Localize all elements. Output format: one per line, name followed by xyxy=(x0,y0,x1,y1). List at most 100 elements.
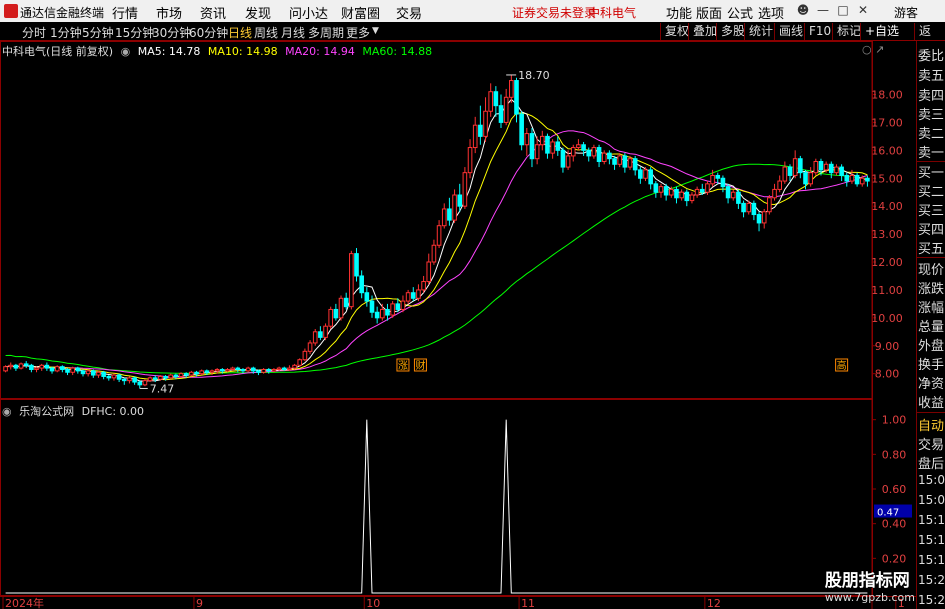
back-button[interactable]: 返回 xyxy=(914,23,945,55)
q-zhangdie: 涨跌 xyxy=(918,282,945,297)
candle-body xyxy=(844,174,850,182)
menu-faxian[interactable]: 发现 xyxy=(245,3,271,22)
f10-button[interactable]: F10 xyxy=(804,23,835,40)
candle-body xyxy=(142,380,148,386)
menu-xuanxiang[interactable]: 选项 xyxy=(758,3,784,22)
candle-body xyxy=(96,371,101,376)
candle-body xyxy=(127,377,132,382)
candle-body xyxy=(627,158,633,168)
user-icon[interactable]: ☻ xyxy=(795,2,811,18)
q-time4: 15:15 xyxy=(918,533,945,547)
candle-body xyxy=(436,225,442,246)
menu-shichang[interactable]: 市场 xyxy=(156,3,182,22)
indicator-tick-label: 0.20 xyxy=(882,552,907,565)
chart-settings-icons[interactable]: ○ ↗ xyxy=(862,43,884,56)
period-30min[interactable]: 30分钟 xyxy=(152,24,191,41)
huaxian-button[interactable]: 画线 xyxy=(774,23,807,40)
candle-body xyxy=(29,364,34,370)
candle-body xyxy=(570,147,576,157)
q-time6: 15:20 xyxy=(918,573,945,587)
app-title: 通达信金融终端 xyxy=(20,6,105,20)
q-buy1: 买一 xyxy=(918,166,945,181)
candle-body xyxy=(250,367,256,372)
chart-area[interactable]: 18.00 17.00 16.00 15.00 14.00 13.00 12.00 11.00… xyxy=(0,41,916,609)
maximize-icon[interactable]: □ xyxy=(835,2,851,18)
q-shouyi: 收益 xyxy=(918,396,945,411)
add-watchlist-button[interactable]: +自选 xyxy=(860,23,903,40)
menu-banmian[interactable]: 版面 xyxy=(696,3,722,22)
menu-jiaoyi[interactable]: 交易 xyxy=(396,3,422,22)
period-weekly[interactable]: 周线 xyxy=(254,24,278,41)
period-fenshi[interactable]: 分时 xyxy=(22,24,46,41)
candle-body xyxy=(271,368,277,372)
dfhc-line xyxy=(5,419,868,594)
candle-body xyxy=(441,208,447,227)
candle-body xyxy=(452,194,457,221)
candle-body xyxy=(220,368,225,372)
q-time5: 15:19 xyxy=(918,553,945,567)
menu-gongneng[interactable]: 功能 xyxy=(666,3,692,22)
period-5min[interactable]: 5分钟 xyxy=(82,24,114,41)
candle-body xyxy=(787,166,793,176)
q-jingzi: 净资 xyxy=(918,377,945,392)
price-tick-label: 11.00 xyxy=(871,284,903,297)
indicator-settings-icon[interactable]: ◉ xyxy=(2,405,12,418)
candle-body xyxy=(514,80,519,115)
candle-body xyxy=(607,152,612,160)
q-buy2: 买二 xyxy=(918,185,945,200)
candle-body xyxy=(596,147,602,162)
period-15min[interactable]: 15分钟 xyxy=(115,24,154,41)
candle-body xyxy=(405,292,411,302)
candle-body xyxy=(307,342,313,352)
price-tick-label: 9.00 xyxy=(875,340,900,353)
candle-body xyxy=(302,350,308,361)
candle-body xyxy=(834,166,839,174)
candle-body xyxy=(312,331,318,344)
more-chevron-icon[interactable]: ▼ xyxy=(372,26,379,36)
candle-body xyxy=(354,253,359,277)
menu-caifuquan[interactable]: 财富圈 xyxy=(341,3,380,22)
close-icon[interactable]: ✕ xyxy=(855,2,871,18)
minimize-icon[interactable]: — xyxy=(815,2,831,18)
candle-body xyxy=(328,308,334,327)
candle-body xyxy=(669,188,674,196)
q-sell5: 卖五 xyxy=(918,69,945,84)
tongji-button[interactable]: 统计 xyxy=(744,23,777,40)
menu-gongshi[interactable]: 公式 xyxy=(727,3,753,22)
q-sell1: 卖一 xyxy=(918,146,945,161)
guest-label[interactable]: 游客 xyxy=(894,4,918,21)
menu-wenxiaoda[interactable]: 问小达 xyxy=(289,3,328,22)
period-60min[interactable]: 60分钟 xyxy=(189,24,228,41)
menu-zixun[interactable]: 资讯 xyxy=(200,3,226,22)
price-tick-label: 8.00 xyxy=(875,368,900,381)
period-monthly[interactable]: 月线 xyxy=(281,24,305,41)
price-tick-label: 16.00 xyxy=(871,144,903,157)
trade-login-warning[interactable]: 证券交易未登录 xyxy=(512,4,596,21)
candle-body xyxy=(18,363,24,369)
candle-body xyxy=(318,331,323,338)
app-logo-icon xyxy=(4,4,18,18)
menu-hangqing[interactable]: 行情 xyxy=(112,3,138,22)
q-zongliang: 总量 xyxy=(918,320,945,335)
q-zhangfu: 涨幅 xyxy=(918,301,945,316)
candle-body xyxy=(343,297,349,308)
kline-chart-svg[interactable]: 18.00 17.00 16.00 15.00 14.00 13.00 12.00 11.00… xyxy=(0,41,916,609)
period-1min[interactable]: 1分钟 xyxy=(50,24,82,41)
candle-body xyxy=(808,172,813,185)
candle-body xyxy=(519,113,524,146)
high-price-label: 18.70 xyxy=(518,69,550,82)
candle-body xyxy=(426,261,432,283)
low-price-label: 7.47 xyxy=(150,382,175,395)
indicator-title: 乐淘公式网 xyxy=(19,405,75,418)
candle-body xyxy=(34,367,39,370)
candle-body xyxy=(746,202,752,213)
period-more[interactable]: 更多 xyxy=(346,24,370,41)
indicator-tick-label: 1.00 xyxy=(882,414,907,427)
candle-body xyxy=(483,110,488,137)
main-chart-title: 中科电气(日线 前复权) xyxy=(2,45,114,58)
candle-body xyxy=(416,289,421,299)
period-daily[interactable]: 日线 xyxy=(228,24,252,41)
period-multi[interactable]: 多周期 xyxy=(308,24,344,41)
settings-circle-icon[interactable]: ◉ xyxy=(121,45,131,58)
q-auto[interactable]: 自动 xyxy=(918,415,944,434)
